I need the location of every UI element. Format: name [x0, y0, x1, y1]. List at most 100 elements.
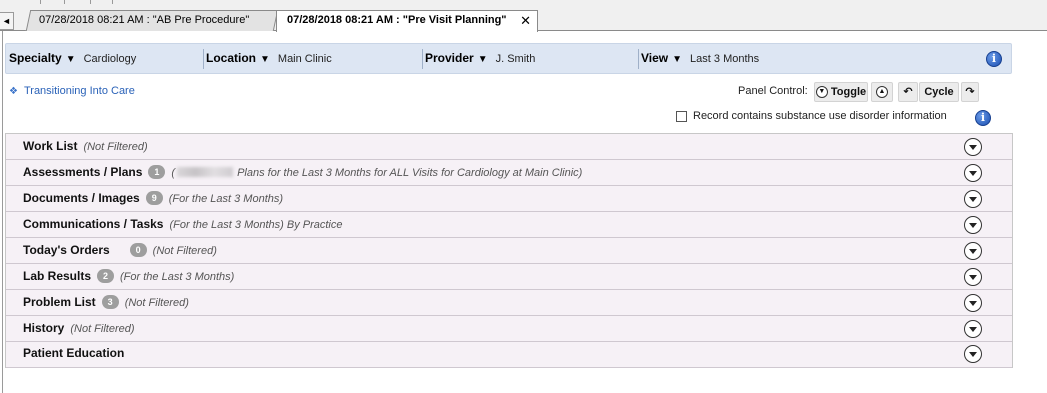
- divider: [638, 49, 639, 69]
- filter-bar: Specialty ▼ Cardiology Location ▼ Main Clini…: [5, 43, 1012, 74]
- panel-todays-orders[interactable]: Today's Orders 0 (Not Filtered): [6, 238, 1012, 264]
- toggle-button[interactable]: ▼ Toggle: [814, 82, 868, 102]
- panel-title-text: Work List: [23, 139, 78, 153]
- panel-assessments-plans[interactable]: Assessments / Plans 1 ( Plans for the Last …: [6, 160, 1012, 186]
- count-badge: 2: [97, 269, 115, 283]
- tab-label: 07/28/2018 08:21 AM : "AB Pre Procedure": [39, 14, 250, 26]
- panel-note: (Not Filtered): [70, 323, 135, 335]
- expand-icon[interactable]: [964, 216, 982, 234]
- filter-location[interactable]: Location ▼ Main Clinic: [206, 44, 332, 75]
- diamond-icon: ❖: [9, 86, 18, 97]
- count-badge: 1: [148, 165, 166, 179]
- panel-title-text: Assessments / Plans: [23, 165, 143, 179]
- filter-view[interactable]: View ▼ Last 3 Months: [641, 44, 759, 75]
- tab-label: 07/28/2018 08:21 AM : "Pre Visit Plannin…: [287, 14, 507, 26]
- divider: [203, 49, 204, 69]
- panel-title: Patient Education: [23, 346, 124, 360]
- panel-history[interactable]: History (Not Filtered): [6, 316, 1012, 342]
- filter-label: Specialty: [9, 51, 62, 65]
- count-badge: 0: [129, 243, 147, 257]
- collapse-all-button[interactable]: ▲: [871, 82, 893, 102]
- filter-label: Provider: [425, 51, 474, 65]
- cycle-button[interactable]: Cycle: [919, 82, 959, 102]
- close-icon[interactable]: ✕: [520, 11, 531, 30]
- filter-provider[interactable]: Provider ▼ J. Smith: [425, 44, 535, 75]
- transitioning-into-care-link[interactable]: ❖ Transitioning Into Care: [9, 85, 135, 97]
- frame-border: [2, 31, 3, 393]
- panel-note: Plans for the Last 3 Months for ALL Visi…: [237, 167, 583, 179]
- undo-button[interactable]: ↶: [898, 82, 918, 102]
- dropdown-arrow-icon[interactable]: ▼: [672, 54, 682, 65]
- expand-icon[interactable]: [964, 138, 982, 156]
- expand-icon[interactable]: [964, 242, 982, 260]
- filter-specialty[interactable]: Specialty ▼ Cardiology: [9, 44, 136, 75]
- panel-note: (For the Last 3 Months): [120, 271, 235, 283]
- redo-arrow-icon: ↷: [965, 86, 975, 98]
- cycle-label: Cycle: [924, 86, 954, 98]
- info-icon[interactable]: i: [975, 110, 991, 126]
- panel-title-text: Patient Education: [23, 346, 125, 360]
- expand-icon[interactable]: [964, 268, 982, 286]
- panel-note-prefix: (: [171, 167, 176, 179]
- expand-icon[interactable]: [964, 345, 982, 363]
- panel-note: (For the Last 3 Months): [168, 193, 284, 205]
- panel-title-text: Lab Results: [23, 269, 92, 283]
- tab-pre-visit-planning[interactable]: 07/28/2018 08:21 AM : "Pre Visit Plannin…: [276, 10, 538, 32]
- panel-title-text: Today's Orders: [23, 243, 110, 257]
- toggle-label: Toggle: [830, 86, 867, 98]
- redo-button[interactable]: ↷: [961, 82, 979, 102]
- panel-title: Assessments / Plans 1 ( Plans for the Last …: [23, 165, 582, 179]
- panel-note: (For the Last 3 Months) By Practice: [169, 219, 343, 231]
- panel-problem-list[interactable]: Problem List 3 (Not Filtered): [6, 290, 1012, 316]
- panel-title: Communications / Tasks (For the Last 3 Mo…: [23, 217, 343, 231]
- panel-control-label: Panel Control:: [738, 85, 808, 97]
- panel-title-text: Communications / Tasks: [23, 217, 164, 231]
- link-label: Transitioning Into Care: [23, 85, 135, 97]
- panel-list: Work List (Not Filtered) Assessments / Pl…: [5, 133, 1013, 368]
- filter-value: J. Smith: [495, 53, 536, 65]
- filter-label: Location: [206, 51, 256, 65]
- panel-title: Work List (Not Filtered): [23, 139, 148, 153]
- panel-documents-images[interactable]: Documents / Images 9 (For the Last 3 Month…: [6, 186, 1012, 212]
- divider: [422, 49, 423, 69]
- panel-work-list[interactable]: Work List (Not Filtered): [6, 134, 1012, 160]
- undo-arrow-icon: ↶: [903, 86, 913, 98]
- sud-checkbox-label: Record contains substance use disorder i…: [693, 110, 947, 122]
- expand-icon[interactable]: [964, 190, 982, 208]
- redacted-text: [177, 167, 234, 177]
- expand-icon[interactable]: [964, 320, 982, 338]
- count-badge: 3: [101, 295, 119, 309]
- dropdown-arrow-icon[interactable]: ▼: [66, 54, 76, 65]
- expand-icon[interactable]: [964, 164, 982, 182]
- panel-title-text: Documents / Images: [23, 191, 140, 205]
- filter-label: View: [641, 51, 669, 65]
- top-toolbar-remnant: [40, 0, 140, 6]
- filter-value: Last 3 Months: [690, 53, 760, 65]
- panel-communications-tasks[interactable]: Communications / Tasks (For the Last 3 Mo…: [6, 212, 1012, 238]
- tab-ab-pre-procedure[interactable]: 07/28/2018 08:21 AM : "AB Pre Procedure": [25, 10, 279, 31]
- tab-bar: ◄ 07/28/2018 08:21 AM : "AB Pre Procedur…: [0, 0, 1047, 32]
- panel-title: Today's Orders 0 (Not Filtered): [23, 243, 217, 257]
- filter-value: Cardiology: [83, 53, 137, 65]
- chevron-down-icon: ▼: [815, 86, 828, 99]
- panel-title: History (Not Filtered): [23, 321, 135, 335]
- tab-scroll-left-icon[interactable]: ◄: [0, 12, 14, 30]
- panel-note: (Not Filtered): [124, 297, 189, 309]
- panel-title: Problem List 3 (Not Filtered): [23, 295, 189, 309]
- dropdown-arrow-icon[interactable]: ▼: [260, 54, 270, 65]
- panel-title-text: Problem List: [23, 295, 96, 309]
- dropdown-arrow-icon[interactable]: ▼: [478, 54, 488, 65]
- panel-title: Lab Results 2 (For the Last 3 Months): [23, 269, 234, 283]
- panel-lab-results[interactable]: Lab Results 2 (For the Last 3 Months): [6, 264, 1012, 290]
- panel-title: Documents / Images 9 (For the Last 3 Month…: [23, 191, 283, 205]
- filter-value: Main Clinic: [277, 53, 332, 65]
- panel-title-text: History: [23, 321, 65, 335]
- panel-note: (Not Filtered): [152, 245, 217, 257]
- sud-checkbox[interactable]: [676, 111, 687, 122]
- panel-note: (Not Filtered): [83, 141, 148, 153]
- info-icon[interactable]: i: [986, 51, 1002, 67]
- panel-patient-education[interactable]: Patient Education: [6, 342, 1012, 368]
- expand-icon[interactable]: [964, 294, 982, 312]
- chevron-up-icon: ▲: [876, 86, 888, 99]
- count-badge: 9: [145, 191, 163, 205]
